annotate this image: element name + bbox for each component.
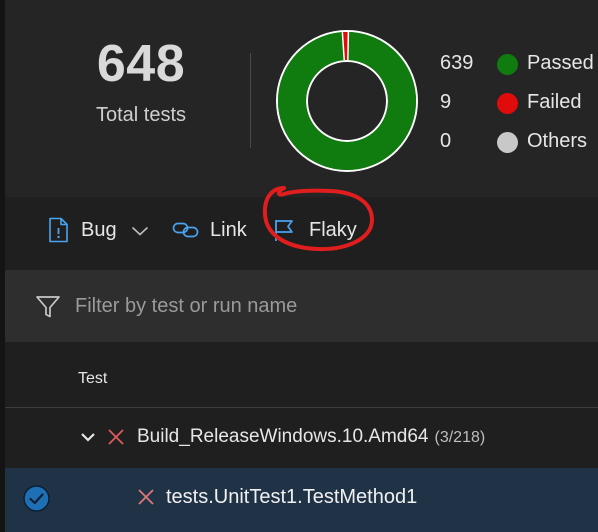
chevron-down-icon[interactable] [79,428,97,446]
failed-label: Failed [527,91,582,113]
others-count: 0 [440,130,452,152]
group-row-count: (3/218) [434,429,486,446]
bug-button[interactable]: Bug [47,215,149,245]
passed-count: 639 [440,52,474,74]
total-tests-label: Total tests [95,104,187,126]
total-tests: 648 Total tests [77,38,205,127]
passed-dot [497,54,518,75]
link-button-label: Link [210,218,247,241]
table-row-group[interactable]: Build_ReleaseWindows.10.Amd64 (3/218) [5,408,598,468]
failed-count: 9 [440,91,452,113]
results-toolbar: Bug Link Flaky [5,186,598,270]
link-icon [172,221,199,239]
others-dot [497,132,518,153]
link-button[interactable]: Link [172,215,247,245]
outcome-donut-chart [276,30,418,172]
failed-x-icon [138,489,154,505]
chevron-down-icon[interactable] [131,224,149,236]
test-summary-panel: 648 Total tests 639 Passed 9 Failed 0 Ot… [5,0,598,197]
failed-dot [497,93,518,114]
table-header: Test [5,342,598,408]
others-label: Others [527,130,588,152]
filter-input[interactable] [67,288,567,324]
selected-check-icon[interactable] [23,485,50,512]
filter-icon [36,296,60,318]
flaky-button-label: Flaky [309,218,357,241]
passed-label: Passed [527,52,594,74]
group-row-text: Build_ReleaseWindows.10.Amd64 (3/218) [137,426,485,448]
child-row-name: tests.UnitTest1.TestMethod1 [166,486,418,508]
donut-inner-ring [306,60,388,142]
column-header-test[interactable]: Test [78,370,107,388]
group-row-name: Build_ReleaseWindows.10.Amd64 [137,426,429,447]
donut-separator-1 [347,31,350,61]
table-row-selected[interactable]: tests.UnitTest1.TestMethod1 [5,468,598,532]
flag-icon [273,218,295,242]
total-tests-count: 648 [96,35,186,93]
filter-bar [5,270,598,342]
failed-x-icon [108,429,124,445]
bug-button-label: Bug [81,218,117,241]
summary-divider [250,53,251,148]
flaky-button[interactable]: Flaky [273,215,357,245]
bug-report-icon [47,217,69,243]
